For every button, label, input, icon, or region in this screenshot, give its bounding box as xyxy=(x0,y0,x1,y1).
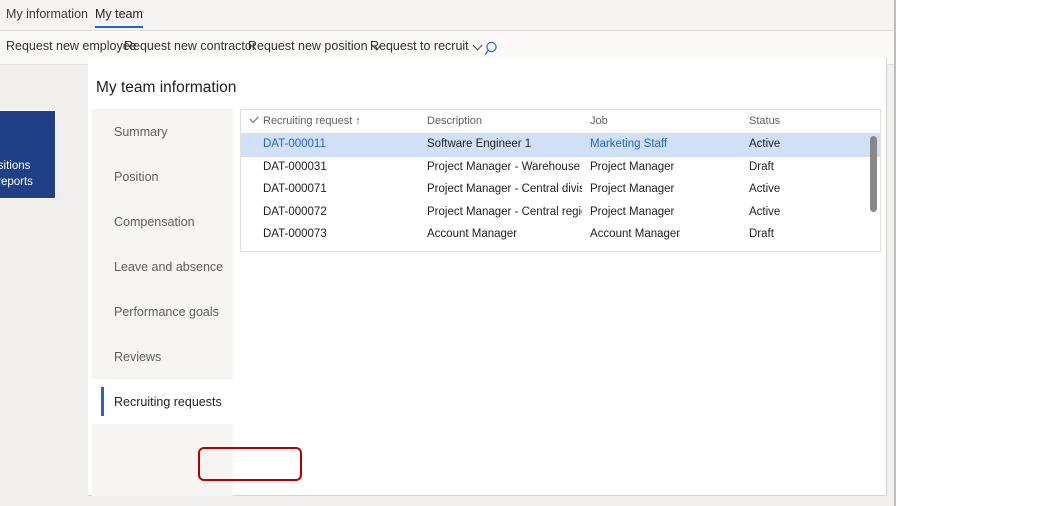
request-new-employee-label: Request new employee xyxy=(6,39,137,53)
sidebar-item-label: Summary xyxy=(114,125,167,139)
page-title: My team information xyxy=(96,79,236,97)
search-icon[interactable] xyxy=(484,40,502,58)
cell-description: Software Engineer 1 xyxy=(427,138,531,150)
cell-status: Draft xyxy=(749,228,774,240)
app-window: My information My team Request new emplo… xyxy=(0,0,896,506)
tab-my-team[interactable]: My team xyxy=(95,7,143,26)
table-row[interactable]: DAT-000031 Project Manager - Warehouse P… xyxy=(241,157,880,180)
request-new-contractor-button[interactable]: Request new contractor xyxy=(124,39,256,53)
sidebar-item-label: Performance goals xyxy=(114,305,219,319)
sidebar-item-label: Recruiting requests xyxy=(114,395,222,409)
select-all-checkmark-icon[interactable] xyxy=(249,115,259,128)
request-new-employee-button[interactable]: Request new employee xyxy=(6,39,137,53)
open-positions-tile[interactable]: positions ct reports xyxy=(0,110,56,199)
sidebar-item-label: Leave and absence xyxy=(114,260,223,274)
column-header-description[interactable]: Description xyxy=(427,115,482,127)
grid-vertical-scrollbar[interactable] xyxy=(870,136,877,248)
top-tab-strip: My information My team xyxy=(0,0,894,31)
section-navigation: Summary Position Compensation Leave and … xyxy=(92,109,233,496)
table-row[interactable]: DAT-000011 Software Engineer 1 Marketing… xyxy=(241,134,880,157)
sidebar-item-label: Reviews xyxy=(114,350,161,364)
column-header-status[interactable]: Status xyxy=(749,115,780,127)
sidebar-item-reviews[interactable]: Reviews xyxy=(92,334,233,379)
request-new-position-button[interactable]: Request new position xyxy=(248,39,382,53)
recruiting-requests-grid: Recruiting request↑ Description Job Stat… xyxy=(240,109,881,252)
cell-description: Project Manager - Central divisi… xyxy=(427,183,582,195)
table-row[interactable]: DAT-000073 Account Manager Account Manag… xyxy=(241,224,880,247)
column-header-recruiting-request[interactable]: Recruiting request↑ xyxy=(263,115,361,127)
cell-job: Account Manager xyxy=(590,228,680,240)
request-to-recruit-label: Request to recruit xyxy=(370,39,469,53)
cell-recruiting-request[interactable]: DAT-000031 xyxy=(263,161,327,173)
sidebar-item-summary[interactable]: Summary xyxy=(92,109,233,154)
cell-status: Active xyxy=(749,138,780,150)
cell-recruiting-request[interactable]: DAT-000071 xyxy=(263,183,327,195)
cell-job: Project Manager xyxy=(590,161,674,173)
cell-status: Active xyxy=(749,183,780,195)
cell-description: Project Manager - Central region xyxy=(427,206,582,218)
cell-job: Project Manager xyxy=(590,183,674,195)
sidebar-item-performance-goals[interactable]: Performance goals xyxy=(92,289,233,334)
grid-header-row: Recruiting request↑ Description Job Stat… xyxy=(241,110,880,134)
content-panel: My team information Summary Position Com… xyxy=(88,58,887,496)
blue-tile-line-2: ct reports xyxy=(0,174,49,191)
grid-scrollbar-thumb[interactable] xyxy=(870,136,877,212)
request-new-position-label: Request new position xyxy=(248,39,368,53)
request-new-contractor-label: Request new contractor xyxy=(124,39,256,53)
table-row[interactable]: DAT-000071 Project Manager - Central div… xyxy=(241,179,880,202)
cell-status: Active xyxy=(749,206,780,218)
tab-my-information[interactable]: My information xyxy=(6,7,88,26)
request-to-recruit-button[interactable]: Request to recruit xyxy=(370,39,483,53)
cell-recruiting-request[interactable]: DAT-000073 xyxy=(263,228,327,240)
cell-recruiting-request[interactable]: DAT-000072 xyxy=(263,206,327,218)
sort-ascending-icon: ↑ xyxy=(355,115,361,127)
cell-status: Draft xyxy=(749,161,774,173)
column-header-job[interactable]: Job xyxy=(590,115,608,127)
cell-job: Project Manager xyxy=(590,206,674,218)
sidebar-item-leave-and-absence[interactable]: Leave and absence xyxy=(92,244,233,289)
blue-tile-line-1: positions xyxy=(0,158,49,175)
sidebar-item-label: Compensation xyxy=(114,215,195,229)
sidebar-item-recruiting-requests[interactable]: Recruiting requests xyxy=(92,379,233,424)
sidebar-item-label: Position xyxy=(114,170,158,184)
cell-description: Account Manager xyxy=(427,228,517,240)
cell-description: Project Manager - Warehouse xyxy=(427,161,580,173)
sidebar-item-compensation[interactable]: Compensation xyxy=(92,199,233,244)
column-header-label: Recruiting request xyxy=(263,115,352,127)
table-row[interactable]: DAT-000072 Project Manager - Central reg… xyxy=(241,202,880,225)
cell-job[interactable]: Marketing Staff xyxy=(590,138,667,150)
chevron-down-icon xyxy=(474,41,483,50)
sidebar-item-position[interactable]: Position xyxy=(92,154,233,199)
cell-recruiting-request[interactable]: DAT-000011 xyxy=(263,138,326,150)
